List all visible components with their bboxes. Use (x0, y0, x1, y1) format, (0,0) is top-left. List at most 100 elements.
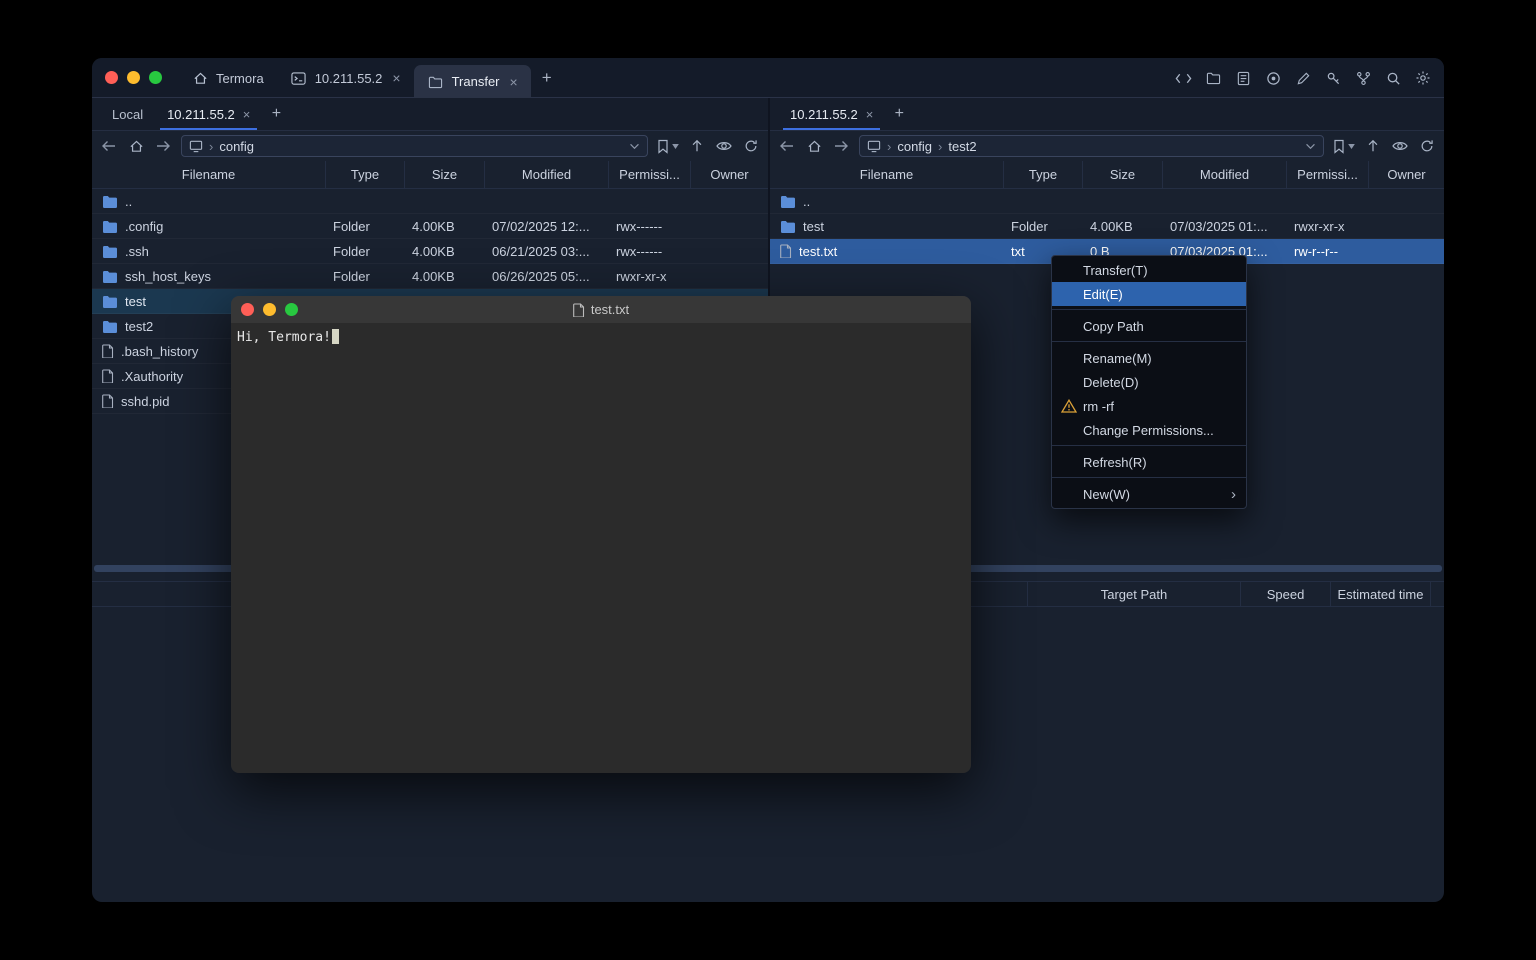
file-row[interactable]: ssh_host_keysFolder4.00KB06/26/2025 05:.… (92, 264, 768, 289)
size-cell: 4.00KB (404, 214, 484, 238)
column-header-type[interactable]: Type (325, 161, 404, 188)
menu-item-label: Delete(D) (1083, 375, 1139, 390)
folder-icon (102, 220, 118, 233)
column-header-filename[interactable]: Filename (92, 161, 325, 188)
bookmark-icon (1333, 139, 1345, 154)
type-cell (1003, 189, 1082, 213)
left-path-field[interactable]: ›config (181, 135, 648, 157)
show-hidden-button[interactable] (715, 137, 733, 155)
pencil-icon[interactable] (1294, 69, 1312, 87)
new-panel-tab-button[interactable]: + (262, 98, 290, 130)
close-tab-icon[interactable]: × (510, 74, 518, 90)
bookmark-button[interactable] (1333, 139, 1355, 154)
filename-cell: .. (770, 189, 1003, 213)
close-window-button[interactable] (105, 71, 118, 84)
column-header-permissions[interactable]: Permissi... (608, 161, 690, 188)
record-icon[interactable] (1264, 69, 1282, 87)
tab-local[interactable]: Local (100, 98, 155, 130)
tab-remote-10-211-55-2[interactable]: 10.211.55.2 × (155, 98, 262, 130)
close-tab-icon[interactable]: × (392, 70, 400, 86)
column-header-size[interactable]: Size (404, 161, 484, 188)
show-hidden-button[interactable] (1391, 137, 1409, 155)
back-button[interactable] (778, 137, 796, 155)
file-row[interactable]: .. (92, 189, 768, 214)
menu-item[interactable]: Change Permissions... (1052, 418, 1246, 442)
new-panel-tab-button[interactable]: + (885, 98, 913, 130)
document-list-icon[interactable] (1234, 69, 1252, 87)
bookmark-button[interactable] (657, 139, 679, 154)
filename: test (803, 219, 824, 234)
minimize-window-button[interactable] (127, 71, 140, 84)
menu-item[interactable]: Transfer(T) (1052, 258, 1246, 282)
refresh-button[interactable] (1418, 137, 1436, 155)
type-cell: Folder (325, 214, 404, 238)
refresh-button[interactable] (742, 137, 760, 155)
key-icon[interactable] (1324, 69, 1342, 87)
file-row[interactable]: .sshFolder4.00KB06/21/2025 03:...rwx----… (92, 239, 768, 264)
home-button[interactable] (805, 137, 823, 155)
path-crumb[interactable]: config (897, 139, 932, 154)
editor-text-area[interactable]: Hi, Termora! (231, 323, 971, 773)
forward-button[interactable] (832, 137, 850, 155)
right-path-crumbs: ›config›test2 (887, 139, 977, 154)
git-branch-icon[interactable] (1354, 69, 1372, 87)
tab-remote-10-211-55-2[interactable]: 10.211.55.2 × (778, 98, 885, 130)
editor-titlebar[interactable]: test.txt (231, 296, 971, 323)
column-header-owner[interactable]: Owner (1368, 161, 1444, 188)
menu-item[interactable]: Delete(D) (1052, 370, 1246, 394)
tab-host-10-211-55-2[interactable]: 10.211.55.2 × (277, 58, 414, 98)
path-crumb[interactable]: config (219, 139, 254, 154)
code-icon[interactable] (1174, 69, 1192, 87)
column-header-modified[interactable]: Modified (484, 161, 608, 188)
column-header-owner[interactable]: Owner (690, 161, 768, 188)
editor-window-controls (241, 303, 298, 316)
column-header-size[interactable]: Size (1082, 161, 1162, 188)
column-header-type[interactable]: Type (1003, 161, 1082, 188)
column-header-estimated-time[interactable]: Estimated time (1330, 582, 1430, 606)
column-header-target-path[interactable]: Target Path (1027, 582, 1240, 606)
menu-item[interactable]: Copy Path (1052, 314, 1246, 338)
crumb-separator-icon: › (938, 139, 942, 154)
file-row[interactable]: testFolder4.00KB07/03/2025 01:...rwxr-xr… (770, 214, 1444, 239)
tab-termora[interactable]: Termora (178, 58, 277, 98)
owner-cell (1368, 239, 1444, 263)
search-icon[interactable] (1384, 69, 1402, 87)
settings-icon[interactable] (1414, 69, 1432, 87)
folder-icon (102, 295, 118, 308)
right-path-field[interactable]: ›config›test2 (859, 135, 1324, 157)
column-header-filename[interactable]: Filename (770, 161, 1003, 188)
size-cell (404, 189, 484, 213)
path-crumb[interactable]: test2 (948, 139, 976, 154)
menu-item-label: rm -rf (1083, 399, 1114, 414)
column-header-modified[interactable]: Modified (1162, 161, 1286, 188)
chevron-down-icon[interactable] (1305, 143, 1316, 150)
home-button[interactable] (127, 137, 145, 155)
folder-icon[interactable] (1204, 69, 1222, 87)
editor-title: test.txt (591, 302, 629, 317)
parent-directory-button[interactable] (688, 137, 706, 155)
forward-button[interactable] (154, 137, 172, 155)
file-row[interactable]: .. (770, 189, 1444, 214)
menu-item[interactable]: New(W)› (1052, 482, 1246, 506)
tab-transfer[interactable]: Transfer × (414, 65, 531, 98)
maximize-window-button[interactable] (149, 71, 162, 84)
column-header-speed[interactable]: Speed (1240, 582, 1330, 606)
parent-directory-button[interactable] (1364, 137, 1382, 155)
type-cell: Folder (325, 264, 404, 288)
close-editor-button[interactable] (241, 303, 254, 316)
minimize-editor-button[interactable] (263, 303, 276, 316)
back-button[interactable] (100, 137, 118, 155)
chevron-down-icon[interactable] (629, 143, 640, 150)
menu-item[interactable]: rm -rf (1052, 394, 1246, 418)
owner-cell (1368, 214, 1444, 238)
maximize-editor-button[interactable] (285, 303, 298, 316)
file-row[interactable]: .configFolder4.00KB07/02/2025 12:...rwx-… (92, 214, 768, 239)
menu-item[interactable]: Refresh(R) (1052, 450, 1246, 474)
close-tab-icon[interactable]: × (243, 107, 251, 122)
close-tab-icon[interactable]: × (866, 107, 874, 122)
menu-item[interactable]: Rename(M) (1052, 346, 1246, 370)
new-tab-button[interactable]: + (531, 58, 563, 98)
type-cell (325, 189, 404, 213)
column-header-permissions[interactable]: Permissi... (1286, 161, 1368, 188)
menu-item[interactable]: Edit(E) (1052, 282, 1246, 306)
